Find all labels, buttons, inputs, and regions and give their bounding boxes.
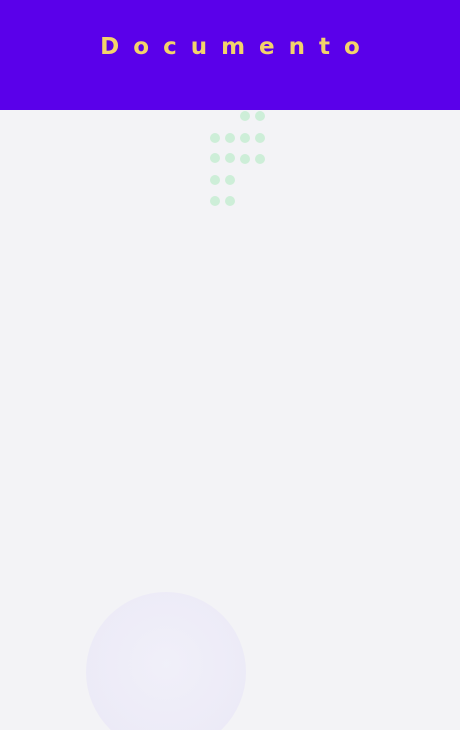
decor-dot [240,154,250,164]
decor-dot [225,196,235,206]
page-title: Documento [100,34,374,60]
decor-dot [240,133,250,143]
decor-dot [225,175,235,185]
decor-dot [210,175,220,185]
decor-dot [225,133,235,143]
decor-dot [255,154,265,164]
decor-dot [210,133,220,143]
header-bar: Documento [0,0,460,110]
page: Documento [0,0,460,730]
decor-dot [255,111,265,121]
decor-dot [240,111,250,121]
decor-dot [225,153,235,163]
decor-dot [210,196,220,206]
decorative-circle [86,592,246,730]
decor-dot [255,133,265,143]
decor-dot [210,153,220,163]
